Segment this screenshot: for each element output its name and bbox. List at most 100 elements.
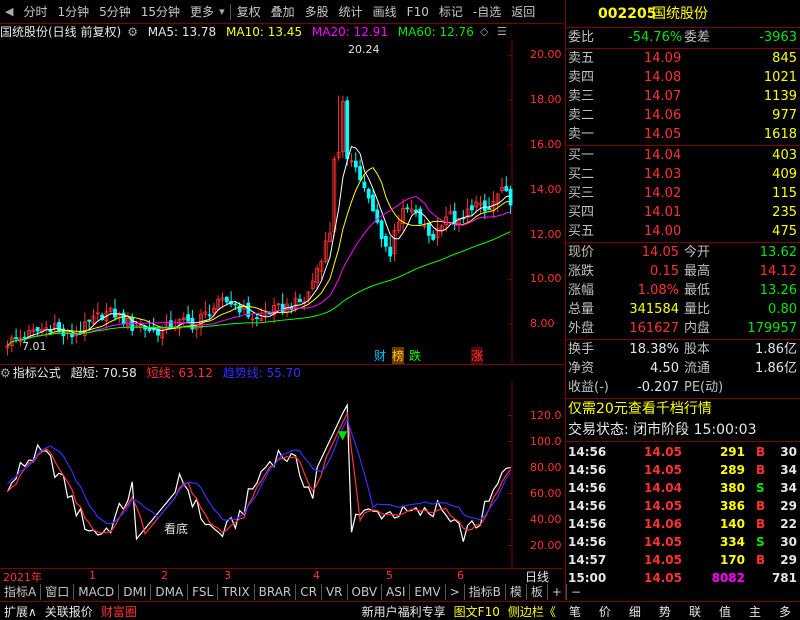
tab-vr[interactable]: VR [322,583,348,600]
marker-finance[interactable]: 财 [374,347,386,364]
toolbar-adjust[interactable]: 复权 [232,0,266,24]
tab-indicator-b[interactable]: 指标B [465,583,506,600]
price-tick-label: 18.00 [530,93,562,107]
marker-up[interactable]: 涨 [471,347,484,364]
tab-dma[interactable]: DMA [151,583,189,600]
toolbar-back[interactable]: 返回 [506,0,540,24]
panel-divider [566,242,800,243]
settings-gear-icon[interactable]: ⚙ [127,25,138,39]
wealth-circle-button[interactable]: 财富圈 [97,603,141,620]
candle-body [418,208,423,225]
indicator-chart[interactable] [0,382,563,568]
panel-divider [566,398,800,399]
tab-scroll-right-icon[interactable]: > [446,583,465,600]
book-price: 14.09 [644,51,682,66]
book-row[interactable]: 买四 14.01 235 [566,204,800,222]
tab-emv[interactable]: EMV [410,583,446,600]
weicha-value: -3963 [759,30,797,45]
indicator-name[interactable]: 指标公式 [13,366,61,380]
toolbar-f10[interactable]: F10 [402,0,434,24]
candle-body [233,303,238,306]
stock-name: 国统股份 [652,6,708,22]
status-btn-link[interactable]: 联 [680,603,710,620]
status-btn-trend[interactable]: 势 [650,603,680,620]
indicator-gear-icon[interactable]: ⚙ [0,366,11,380]
related-quotes-button[interactable]: 关联报价 [41,603,97,620]
tab-indicator-a[interactable]: 指标A [0,583,42,600]
tab-template[interactable]: 模 [506,583,527,600]
tick-count: 34 [780,463,797,477]
tab-cr[interactable]: CR [296,583,322,600]
tick-time: 14:56 [568,517,607,531]
status-btn-multi[interactable]: 多 [770,603,800,620]
tab-brar[interactable]: BRAR [255,583,297,600]
toolbar-overlay[interactable]: 叠加 [266,0,300,24]
tab-dmi[interactable]: DMI [119,583,152,600]
book-row[interactable]: 卖五 14.09 845 [566,50,800,68]
price-tick-label: 16.00 [530,137,562,151]
toolbar-intraday[interactable]: 分时 [18,0,52,24]
book-row[interactable]: 卖三 14.07 1139 [566,88,800,106]
chart-menu-icon[interactable]: ☰ [497,25,507,38]
expand-button[interactable]: 扩展∧ [0,603,41,620]
tick-count: 22 [780,517,797,531]
book-row[interactable]: 卖二 14.06 977 [566,107,800,125]
book-row[interactable]: 买二 14.03 409 [566,166,800,184]
tab-board[interactable]: 板 [527,583,548,600]
book-volume: 115 [772,186,797,201]
new-user-promo[interactable]: 新用户福利专享 [358,603,450,620]
book-row[interactable]: 买一 14.04 403 [566,147,800,165]
stat-value: 1.86亿 [755,361,797,376]
toolbar-15min[interactable]: 15分钟 [136,0,185,24]
toolbar-more[interactable]: 更多 [185,0,219,24]
book-level: 卖五 [568,51,595,66]
price-tick-label: 8.00 [530,317,555,331]
book-level: 买四 [568,205,595,220]
stat-value: 1.08% [637,283,679,298]
toolbar-mark[interactable]: 标记 [434,0,468,24]
toolbar-statistics[interactable]: 统计 [334,0,368,24]
toolbar-1min[interactable]: 1分钟 [52,0,94,24]
indicator-axis: 120.0 100.0 80.00 60.00 40.00 20.00 [530,382,563,568]
status-btn-price[interactable]: 价 [590,603,620,620]
book-level: 卖四 [568,70,595,85]
tab-asi[interactable]: ASI [382,583,411,600]
book-row[interactable]: 买五 14.00 475 [566,223,800,241]
book-volume: 845 [772,51,797,66]
tab-obv[interactable]: OBV [348,583,383,600]
marker-down[interactable]: 跌 [409,347,421,364]
status-btn-detail[interactable]: 细 [620,603,650,620]
tick-count: 30 [780,445,797,459]
f10-button[interactable]: 图文F10 [450,603,504,620]
tick-volume: 140 [719,517,745,531]
status-btn-value[interactable]: 值 [710,603,740,620]
tab-trix[interactable]: TRIX [218,583,255,600]
candlestick-chart[interactable] [0,41,563,363]
tab-window[interactable]: 窗口 [41,583,75,600]
toolbar-draw-line[interactable]: 画线 [368,0,402,24]
tick-time: 14:56 [568,463,607,477]
stat-row: 涨跌 0.15 最高 14.12 [566,263,800,281]
stat-value: 14.12 [759,264,797,279]
sidebar-toggle[interactable]: 侧边栏《 [504,603,560,620]
status-btn-main[interactable]: 主 [740,603,770,620]
toolbar-multi-stock[interactable]: 多股 [300,0,334,24]
tab-macd[interactable]: MACD [74,583,120,600]
status-btn-trades[interactable]: 笔 [560,603,590,620]
chart-title: 国统股份(日线 前复权) [0,25,122,39]
main-chart-header: 国统股份(日线 前复权) ⚙ MA5: 13.78 MA10: 13.45 MA2… [0,24,510,41]
tab-fsl[interactable]: FSL [188,583,219,600]
book-row[interactable]: 卖一 14.05 1618 [566,126,800,144]
toolbar-5min[interactable]: 5分钟 [94,0,136,24]
candle-body [297,298,302,303]
ma20-line [7,195,511,347]
back-arrow-icon[interactable]: ◀ [0,0,18,24]
chevron-down-icon[interactable]: ▾ [219,0,229,24]
depth-promo[interactable]: 仅需20元查看千档行情 [568,400,712,418]
chart-diamond-icon[interactable]: ◇ [480,25,488,38]
book-row[interactable]: 买三 14.02 115 [566,185,800,203]
toolbar-watchlist[interactable]: -自选 [468,0,506,24]
promo-row[interactable]: 仅需20元查看千档行情 [566,400,800,420]
book-row[interactable]: 卖四 14.08 1021 [566,69,800,87]
marker-list[interactable]: 榜 [392,347,405,364]
